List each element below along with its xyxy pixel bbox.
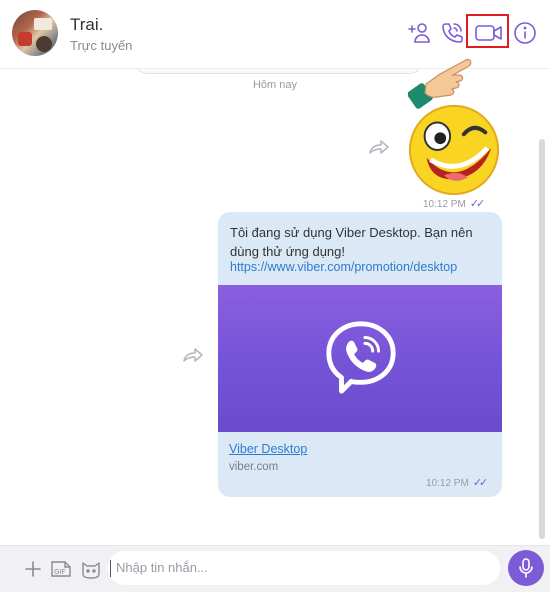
link-message-bubble[interactable]: Tôi đang sử dụng Viber Desktop. Bạn nên … — [218, 212, 502, 497]
plus-icon[interactable] — [22, 558, 44, 580]
message-input-bar: GIF Nhập tin nhắn... — [0, 545, 550, 592]
forward-icon[interactable] — [182, 347, 204, 363]
timestamp: 10:12 PM — [426, 478, 469, 489]
video-call-icon[interactable] — [474, 20, 504, 46]
text-caret — [110, 560, 111, 577]
message-link[interactable]: https://www.viber.com/promotion/desktop — [230, 260, 457, 274]
contact-status: Trực tuyến — [70, 38, 133, 53]
pointing-hand-icon — [407, 46, 480, 118]
contact-avatar[interactable] — [12, 10, 58, 56]
add-contact-icon[interactable] — [406, 20, 432, 46]
read-receipt-icon: ✓✓ — [472, 477, 489, 489]
gif-icon[interactable]: GIF — [49, 558, 73, 580]
message-text: Tôi đang sử dụng Viber Desktop. Bạn nên … — [230, 225, 473, 259]
timestamp: 10:12 PM — [423, 199, 466, 210]
read-receipt-icon: ✓✓ — [469, 198, 486, 210]
chat-area[interactable]: Hôm nay 10:12 PM ✓✓ Tôi đang sử dụng Vibe… — [0, 69, 550, 545]
sticker-icon[interactable] — [80, 558, 102, 580]
microphone-button[interactable] — [508, 550, 544, 586]
sticker-timestamp: 10:12 PM ✓✓ — [423, 197, 486, 210]
viber-logo-icon — [326, 321, 396, 394]
voice-call-icon[interactable] — [439, 20, 465, 46]
message-input[interactable]: Nhập tin nhắn... — [108, 551, 500, 585]
microphone-icon — [519, 558, 533, 578]
chat-scrollbar[interactable] — [539, 139, 545, 539]
message-timestamp: 10:12 PM ✓✓ — [426, 476, 489, 489]
contact-name[interactable]: Trai. — [70, 15, 103, 35]
forward-icon[interactable] — [368, 139, 390, 155]
info-icon[interactable] — [512, 20, 538, 46]
link-preview-title[interactable]: Viber Desktop — [229, 442, 307, 456]
svg-text:GIF: GIF — [54, 568, 66, 576]
previous-message-bubble — [135, 69, 422, 74]
link-preview-image[interactable] — [218, 285, 502, 432]
link-preview-domain: viber.com — [229, 461, 279, 473]
